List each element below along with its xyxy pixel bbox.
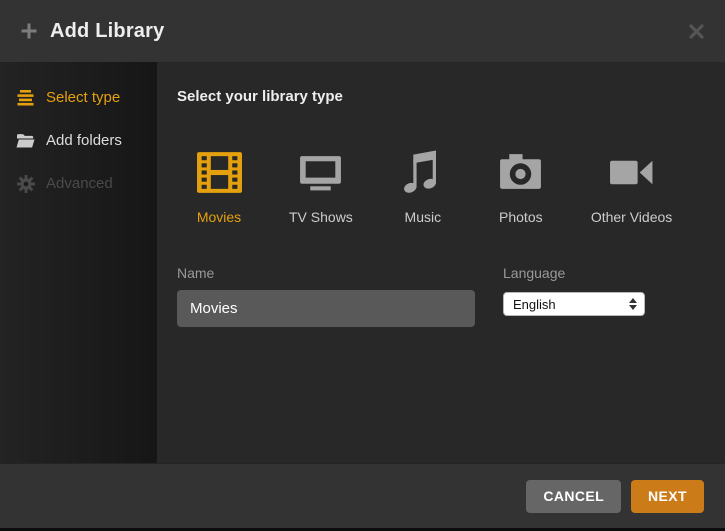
add-library-dialog: Add Library Select type [0,0,725,528]
dialog-body: Select type Add folders [0,62,725,463]
panel-heading: Select your library type [177,88,705,105]
name-label: Name [177,265,475,281]
music-note-icon [399,149,446,196]
cancel-button[interactable]: CANCEL [526,480,621,513]
dialog-header: Add Library [0,0,725,62]
language-select[interactable]: English [503,292,645,316]
camera-icon [497,149,544,196]
dialog-title: Add Library [50,20,164,43]
library-type-other-videos[interactable]: Other Videos [591,149,672,225]
film-icon [196,149,243,196]
sidebar-item-label: Select type [46,89,120,106]
library-type-tv-shows[interactable]: TV Shows [289,149,353,225]
sidebar-item-add-folders[interactable]: Add folders [0,119,157,162]
library-type-picker: Movies TV Shows [177,149,705,225]
library-type-label: Photos [499,209,543,225]
sidebar-item-advanced: Advanced [0,162,157,205]
video-camera-icon [608,149,655,196]
next-button[interactable]: NEXT [631,480,704,513]
folder-icon [16,131,35,150]
library-type-label: TV Shows [289,209,353,225]
language-selected-value: English [513,297,629,312]
gear-icon [16,174,35,193]
tv-icon [297,149,344,196]
library-type-movies[interactable]: Movies [191,149,247,225]
list-icon [16,88,35,107]
select-stepper-icon [629,298,639,310]
library-type-music[interactable]: Music [395,149,451,225]
sidebar-item-label: Add folders [46,132,122,149]
plus-icon [20,22,38,40]
library-name-input[interactable] [177,290,475,327]
language-label: Language [503,265,645,281]
dialog-footer: CANCEL NEXT [0,463,725,528]
library-details-form: Name Language English [177,265,705,327]
library-type-label: Other Videos [591,209,672,225]
library-type-label: Music [405,209,442,225]
library-type-photos[interactable]: Photos [493,149,549,225]
sidebar-item-label: Advanced [46,175,113,192]
wizard-steps-sidebar: Select type Add folders [0,62,157,463]
close-icon[interactable] [687,22,705,40]
sidebar-item-select-type[interactable]: Select type [0,76,157,119]
select-type-panel: Select your library type [157,62,725,463]
library-type-label: Movies [197,209,241,225]
